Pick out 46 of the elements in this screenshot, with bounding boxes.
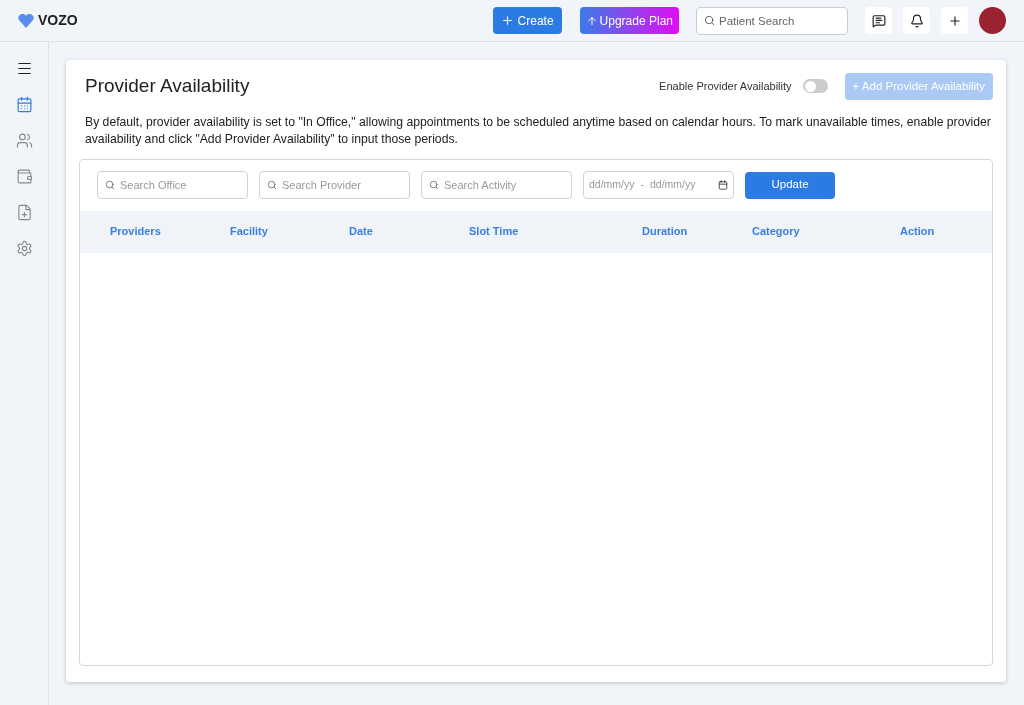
heart-logo-icon	[18, 13, 34, 28]
search-field[interactable]: Search Activity	[421, 171, 572, 199]
create-button[interactable]: Create	[492, 7, 562, 34]
plus-icon	[947, 13, 962, 28]
date-range-field[interactable]: dd/mm/yy - dd/mm/yy	[583, 171, 734, 199]
wallet-nav-item[interactable]	[14, 166, 34, 186]
search-field[interactable]: Search Provider	[259, 171, 410, 199]
file-plus-icon	[15, 203, 33, 221]
search-field[interactable]: Search Office	[97, 171, 248, 199]
avatar[interactable]	[979, 7, 1006, 34]
start-date-placeholder: dd/mm/yy	[589, 177, 635, 193]
column-header: Slot Time	[469, 224, 519, 240]
update-button[interactable]: Update	[745, 171, 835, 199]
bell-icon	[909, 13, 924, 28]
column-header: Facility	[230, 224, 268, 240]
users-nav-item[interactable]	[14, 130, 34, 150]
notifications-button[interactable]	[903, 7, 930, 34]
add-button[interactable]	[941, 7, 968, 34]
upgrade-plan-button[interactable]: Upgrade Plan	[579, 7, 679, 34]
column-header: Action	[900, 224, 935, 240]
availability-toggle[interactable]	[802, 79, 828, 94]
arrow-up-icon	[585, 14, 598, 27]
logo-text: VOZO	[38, 11, 78, 30]
end-date-placeholder: dd/mm/yy	[650, 177, 696, 193]
column-header: Duration	[642, 224, 688, 240]
calendar-nav-item[interactable]	[14, 94, 34, 114]
toggle-label: Enable Provider Availability	[659, 79, 792, 94]
calendar-icon	[718, 180, 728, 190]
wallet-icon	[15, 167, 33, 185]
column-header: Date	[349, 224, 373, 240]
patient-search-field[interactable]: Patient Search	[696, 6, 848, 35]
settings-icon	[15, 239, 33, 257]
page-title: Provider Availability	[85, 74, 250, 98]
search-icon	[429, 180, 439, 190]
search-icon	[267, 180, 277, 190]
plus-icon	[500, 14, 514, 27]
calendar-icon	[15, 95, 33, 113]
search-icon	[704, 14, 715, 26]
column-header: Category	[752, 224, 800, 240]
messages-icon	[871, 13, 886, 28]
messages-button[interactable]	[865, 7, 892, 34]
date-separator: -	[640, 177, 644, 193]
description-text: By default, provider availability is set to "In Office," allowing appointments to be scheduled anytime based on calendar hours. To mark unavailable times, enable provider availability and click "Add Provider Availability" to input those periods.	[84, 113, 992, 148]
users-icon	[15, 131, 33, 149]
search-icon	[105, 180, 115, 190]
column-header: Providers	[110, 224, 161, 240]
